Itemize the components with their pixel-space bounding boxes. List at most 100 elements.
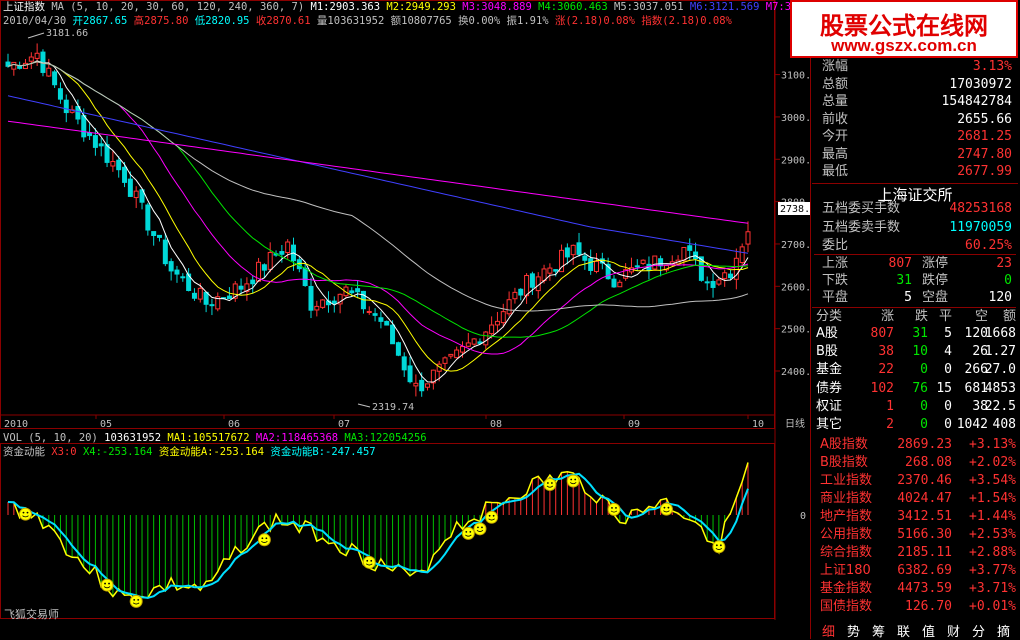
- low-annotation: 2319.74: [372, 402, 414, 413]
- candle-body: [261, 264, 267, 271]
- logo-url: www.gszx.com.cn: [831, 36, 977, 55]
- candle-body: [594, 260, 600, 272]
- index-row[interactable]: 基金指数 4473.59 +3.71%: [812, 580, 1018, 598]
- index-row[interactable]: A股指数 2869.23 +3.13%: [812, 436, 1018, 454]
- candle-body: [174, 269, 180, 275]
- x-tick-label: 日线: [785, 417, 805, 430]
- smiley-icon: [461, 526, 475, 540]
- smiley-icon: [543, 477, 557, 491]
- index-value: 2370.46: [897, 473, 952, 488]
- tab-5[interactable]: 财: [947, 621, 960, 640]
- candle-body: [459, 346, 465, 353]
- tab-7[interactable]: 摘: [997, 621, 1010, 640]
- index-value: 5166.30: [897, 527, 952, 542]
- candle-body: [308, 285, 314, 311]
- candle-body: [710, 280, 716, 288]
- info-volume: 量103631952: [316, 15, 385, 27]
- candle-body: [588, 258, 594, 271]
- candle-body: [226, 295, 232, 300]
- breadth-key: 平盘: [822, 290, 849, 305]
- chart-area[interactable]: 3100.003000.002900.002800.002700.002600.…: [0, 0, 829, 621]
- vol-ma1: MA1:105517672: [167, 432, 250, 444]
- index-row[interactable]: B股指数 268.08 +2.02%: [812, 454, 1018, 472]
- index-value: 126.70: [905, 599, 952, 614]
- order-value: 48253168: [949, 201, 1012, 216]
- category-down: 76: [912, 380, 928, 396]
- category-up: 1: [886, 398, 894, 414]
- vol-ma2: MA2:118465368: [255, 432, 339, 444]
- smiley-icon: [362, 555, 376, 569]
- ma-label: MA (5, 10, 20, 30, 60, 120, 240, 360, 7): [51, 1, 305, 13]
- index-pct: +2.02%: [969, 455, 1016, 470]
- order-row: 五档委卖手数 11970059: [814, 219, 1016, 236]
- kline-chart[interactable]: 3100.003000.002900.002800.002700.002600.…: [0, 0, 810, 620]
- index-row[interactable]: 综合指数 2185.11 +2.88%: [812, 544, 1018, 562]
- category-amount: 1.27: [984, 344, 1016, 360]
- tab-6[interactable]: 分: [972, 621, 985, 640]
- smiley-icon: [485, 510, 499, 524]
- index-pct: +0.01%: [969, 599, 1016, 614]
- candle-body: [57, 88, 63, 100]
- order-key: 委比: [822, 238, 849, 253]
- index-pct: +2.53%: [969, 527, 1016, 542]
- candle-body: [372, 313, 378, 316]
- indicator-header: 资金动能 X3:0 X4:-253.164 资金动能A:-253.164 资金动…: [3, 446, 376, 459]
- category-amount: 1668: [984, 326, 1016, 341]
- ma-m2: M2:2949.293: [386, 1, 456, 13]
- category-header-cell: 分类: [816, 309, 843, 324]
- quote-row: 最高 2747.80: [814, 146, 1016, 163]
- breadth-key: 空盘: [922, 290, 949, 305]
- index-row[interactable]: 工业指数 2370.46 +3.54%: [812, 472, 1018, 490]
- candle-body: [407, 365, 413, 383]
- category-header-cell: 平: [938, 309, 952, 324]
- info-index-change: 指数(2.18)0.08%: [641, 15, 732, 27]
- category-amount: 408: [992, 417, 1016, 432]
- ma-line-30: [7, 61, 749, 338]
- site-logo: 股票公式在线网 www.gszx.com.cn: [790, 0, 1018, 58]
- tab-3[interactable]: 联: [897, 621, 910, 640]
- candle-body: [98, 143, 104, 147]
- index-row[interactable]: 上证180 6382.69 +3.77%: [812, 562, 1018, 580]
- candle-body: [384, 320, 390, 326]
- ma-line-5: [7, 60, 749, 383]
- index-pct: +3.77%: [969, 563, 1016, 578]
- quote-row: 今开 2681.25: [814, 128, 1016, 145]
- candle-body: [728, 273, 734, 279]
- candle-body: [378, 317, 384, 322]
- candle-body: [419, 379, 425, 392]
- tab-4[interactable]: 值: [922, 621, 935, 640]
- x-tick-label: 08: [490, 419, 502, 430]
- tab-0[interactable]: 细: [822, 621, 835, 640]
- index-row[interactable]: 地产指数 3412.51 +1.44%: [812, 508, 1018, 526]
- quote-value: 17030972: [949, 76, 1012, 92]
- candle-body: [279, 251, 285, 255]
- app-name: 飞狐交易师: [4, 608, 59, 621]
- candle-body: [63, 99, 69, 114]
- index-row[interactable]: 商业指数 4024.47 +1.54%: [812, 490, 1018, 508]
- candle-body: [133, 190, 139, 199]
- index-row[interactable]: 国债指数 126.70 +0.01%: [812, 598, 1018, 616]
- index-value: 3412.51: [897, 509, 952, 524]
- candle-body: [28, 56, 34, 62]
- index-row[interactable]: 公用指数 5166.30 +2.53%: [812, 526, 1018, 544]
- candle-body: [191, 292, 197, 299]
- candle-body: [110, 161, 116, 167]
- index-pct: +3.54%: [969, 473, 1016, 488]
- candle-body: [238, 285, 244, 290]
- candle-body: [92, 135, 98, 148]
- tab-2[interactable]: 筹: [872, 621, 885, 640]
- breadth-row: 上涨 807 涨停 23: [814, 254, 1016, 272]
- category-flat: 4: [944, 344, 952, 360]
- current-price-label: 2738.7: [780, 204, 810, 215]
- quote-value: 2747.80: [957, 146, 1012, 162]
- candle-body: [401, 356, 407, 371]
- candle-body: [704, 281, 710, 284]
- price-frame: [0, 0, 775, 429]
- index-value: 2185.11: [897, 545, 952, 560]
- info-low: 低2820.95: [194, 15, 250, 27]
- price-tick-label: 2900.00: [781, 155, 810, 166]
- smiley-icon: [129, 594, 143, 608]
- tab-1[interactable]: 势: [847, 621, 860, 640]
- candle-body: [209, 304, 215, 307]
- index-value: 4024.47: [897, 491, 952, 506]
